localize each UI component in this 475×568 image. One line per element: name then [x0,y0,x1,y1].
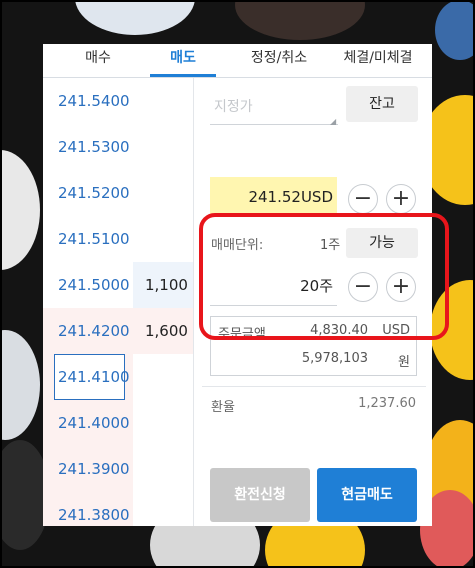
order-book-row[interactable]: 241.5200 [43,170,193,216]
exchange-rate-value: 1,237.60 [358,396,416,411]
tab-buy[interactable]: 매수 [61,44,135,78]
cash-sell-button[interactable]: 현금매도 [317,468,417,522]
background-coin [75,0,195,35]
order-tabs: 매수 매도 정정/취소 체결/미체결 [43,44,432,78]
price-decrease-button[interactable]: − [348,184,378,214]
order-book-price: 241.4200 [58,322,130,340]
order-book-price: 241.4100 [58,368,130,386]
annotation-highlight [199,213,449,340]
tab-sell[interactable]: 매도 [150,44,216,78]
order-book-row[interactable]: 241.3800 [43,492,193,526]
order-book-price: 241.4000 [58,414,130,432]
order-book-row-selected[interactable]: 241.4100 [43,354,193,400]
background-coin [435,0,475,60]
price-type-underline [210,124,338,125]
background-coin [0,150,40,270]
exchange-rate-label: 환율 [211,400,235,415]
order-book-row[interactable]: 241.5100 [43,216,193,262]
order-book-row[interactable]: 241.5400 [43,78,193,124]
order-book-row[interactable]: 241.3900 [43,446,193,492]
order-book-price: 241.5400 [58,92,130,110]
order-book-price: 241.3800 [58,506,130,524]
dropdown-corner-icon: ◢ [330,117,337,126]
krw-unit-label: 원 [398,355,410,370]
price-input[interactable]: 241.52USD [210,177,337,217]
exchange-divider [202,386,426,387]
tab-modify-cancel[interactable]: 정정/취소 [238,44,320,78]
order-book-price: 241.5000 [58,276,130,294]
price-input-value: 241.52USD [248,188,333,206]
order-book-row[interactable]: 241.4000 [43,400,193,446]
order-book-row[interactable]: 241.5300 [43,124,193,170]
tab-executed-unexecuted[interactable]: 체결/미체결 [328,44,428,78]
price-increase-button[interactable]: + [386,184,416,214]
background-coin [0,330,40,440]
active-tab-indicator [150,74,216,77]
order-amount-krw: 5,978,103 [301,351,368,366]
order-book-quantity: 1,100 [133,262,193,308]
exchange-request-button[interactable]: 환전신청 [210,468,310,522]
order-book-price: 241.3900 [58,460,130,478]
order-book-quantity: 1,600 [133,308,193,354]
price-type-select[interactable]: 지정가 [214,96,253,116]
order-book-price: 241.5200 [58,184,130,202]
order-book-price: 241.5300 [58,138,130,156]
background-coin [235,0,365,40]
order-book-price: 241.5100 [58,230,130,248]
balance-button[interactable]: 잔고 [346,86,418,122]
